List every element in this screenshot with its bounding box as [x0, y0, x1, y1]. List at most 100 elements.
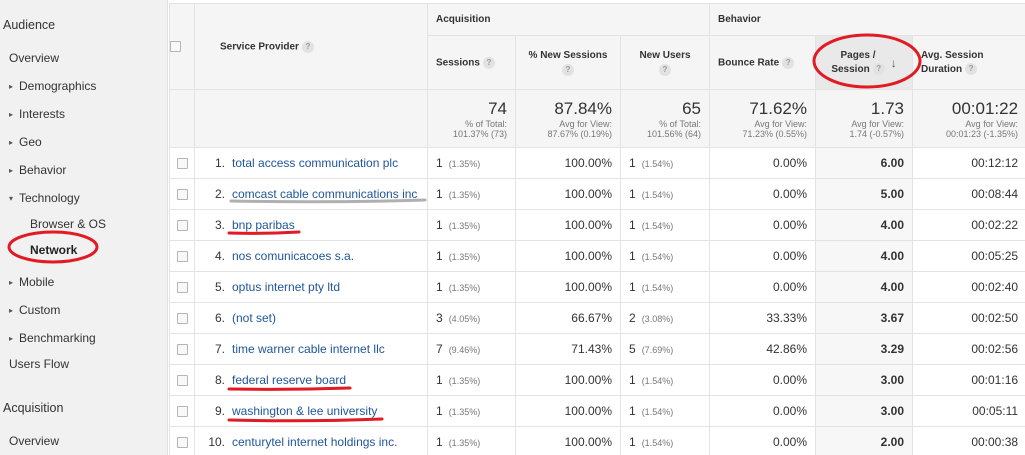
select-all-checkbox[interactable]	[170, 40, 181, 52]
row-checkbox[interactable]	[176, 344, 188, 356]
sidebar-item-demographics[interactable]: ▸ Demographics	[0, 75, 168, 97]
col-duration-header[interactable]: Avg. Session Duration?	[912, 35, 1025, 90]
table-row: 1. total access communication plc 1 (1.35%)…	[169, 147, 1025, 179]
row-checkbox[interactable]	[176, 158, 188, 170]
header-label: Bounce Rate	[718, 57, 780, 69]
sidebar-item-acquisition-overview[interactable]: Overview	[0, 430, 168, 452]
caret-right-icon: ▸	[9, 82, 14, 91]
row-checkbox[interactable]	[176, 375, 188, 387]
sidebar-item-interests[interactable]: ▸ Interests	[0, 103, 168, 125]
service-provider-link[interactable]: bnp paribas	[232, 218, 295, 232]
sidebar-item-geo[interactable]: ▸ Geo	[0, 131, 168, 153]
duration-cell: 00:08:44	[912, 178, 1025, 210]
sidebar-section-acquisition[interactable]: Acquisition	[0, 397, 168, 419]
service-provider-link[interactable]: federal reserve board	[232, 373, 346, 387]
new-sessions-cell: 100.00%	[515, 271, 621, 303]
new-users-value: 1	[629, 249, 636, 263]
service-provider-link[interactable]: centurytel internet holdings inc.	[232, 435, 397, 449]
help-icon[interactable]: ?	[872, 62, 885, 75]
new-users-percent: (1.54%)	[641, 283, 674, 293]
row-checkbox[interactable]	[176, 189, 188, 201]
sessions-cell: 1 (1.35%)	[427, 147, 516, 179]
sidebar-item-network[interactable]: Network	[0, 239, 168, 261]
sidebar-item-label: Geo	[19, 135, 42, 149]
help-icon[interactable]: ?	[482, 56, 495, 69]
row-index: 6.	[214, 311, 225, 325]
service-provider-header[interactable]: Service Provider?	[194, 3, 428, 90]
summary-sub: Avg for View:	[559, 118, 612, 129]
service-provider-cell: 10. centurytel internet holdings inc.	[194, 426, 428, 455]
pages-session-cell: 3.67	[815, 302, 914, 334]
service-provider-link[interactable]: total access communication plc	[232, 156, 398, 170]
group-acquisition: Acquisition	[426, 3, 711, 36]
col-new-sessions-header[interactable]: % New Sessions?	[515, 35, 621, 90]
select-all-cell	[169, 3, 195, 90]
sidebar-section-audience[interactable]: Audience	[0, 14, 168, 36]
sidebar-item-browser-os[interactable]: Browser & OS	[0, 213, 168, 235]
new-users-cell: 1 (1.54%)	[619, 240, 711, 272]
caret-right-icon: ▸	[9, 138, 14, 147]
sidebar-item-label: Mobile	[19, 275, 55, 289]
sessions-value: 1	[436, 249, 443, 263]
col-sessions-header[interactable]: Sessions?	[427, 35, 516, 90]
row-checkbox[interactable]	[176, 251, 188, 263]
pages-session-cell: 3.00	[815, 395, 914, 427]
new-users-cell: 1 (1.54%)	[619, 147, 711, 179]
sidebar-item-users-flow[interactable]: Users Flow	[0, 353, 168, 375]
sidebar-item-benchmarking[interactable]: ▸ Benchmarking	[0, 327, 168, 349]
sessions-percent: (4.05%)	[448, 314, 481, 324]
new-users-percent: (1.54%)	[641, 221, 674, 231]
sessions-cell: 1 (1.35%)	[427, 178, 516, 210]
table-row: 8. federal reserve board 1 (1.35%) 100.00% 1 (…	[169, 364, 1025, 396]
row-checkbox[interactable]	[176, 406, 188, 418]
help-icon[interactable]: ?	[782, 56, 795, 69]
service-provider-link[interactable]: (not set)	[232, 311, 276, 325]
row-checkbox[interactable]	[176, 437, 188, 449]
service-provider-link[interactable]: washington & lee university	[232, 404, 377, 418]
help-icon[interactable]: ?	[562, 63, 574, 76]
summary-pages: 1.73 Avg for View: 1.74 (-0.57%)	[815, 89, 914, 148]
sidebar-item-technology[interactable]: ▾ Technology	[0, 187, 168, 209]
summary-duration: 00:01:22 Avg for View: 00:01:23 (-1.35%)	[912, 89, 1025, 148]
new-users-value: 1	[629, 218, 636, 232]
service-provider-cell: 8. federal reserve board	[194, 364, 428, 396]
service-provider-link[interactable]: nos comunicacoes s.a.	[232, 249, 354, 263]
col-pages-session-header[interactable]: Pages / Session? ↓	[815, 35, 914, 90]
sort-descending-icon[interactable]: ↓	[891, 56, 897, 70]
new-users-percent: (1.54%)	[641, 190, 674, 200]
sidebar-item-overview[interactable]: Overview	[0, 47, 168, 69]
row-checkbox[interactable]	[176, 220, 188, 232]
header-label: Pages /	[840, 49, 876, 61]
summary-sub: % of Total:	[659, 118, 702, 129]
new-sessions-cell: 100.00%	[515, 178, 621, 210]
row-checkbox[interactable]	[176, 282, 188, 294]
sessions-percent: (1.35%)	[448, 159, 481, 169]
help-icon[interactable]: ?	[301, 40, 314, 53]
sessions-cell: 1 (1.35%)	[427, 209, 516, 241]
sessions-cell: 1 (1.35%)	[427, 240, 516, 272]
bounce-rate-cell: 0.00%	[709, 240, 817, 272]
new-users-value: 1	[629, 404, 636, 418]
pages-session-cell: 6.00	[815, 147, 914, 179]
service-provider-link[interactable]: optus internet pty ltd	[232, 280, 340, 294]
help-icon[interactable]: ?	[659, 63, 671, 76]
sidebar-item-label: Behavior	[19, 163, 67, 177]
col-bounce-rate-header[interactable]: Bounce Rate?	[709, 35, 817, 90]
service-provider-cell: 6. (not set)	[194, 302, 428, 334]
table-row: 7. time warner cable internet llc 7 (9.46%)…	[169, 333, 1025, 365]
summary-sub: 87.67% (0.19%)	[547, 128, 612, 139]
bounce-rate-cell: 33.33%	[709, 302, 817, 334]
row-index: 8.	[214, 373, 225, 387]
sidebar-item-custom[interactable]: ▸ Custom	[0, 299, 168, 321]
col-new-users-header[interactable]: New Users?	[619, 35, 711, 90]
sidebar-item-behavior[interactable]: ▸ Behavior	[0, 159, 168, 181]
sidebar-item-mobile[interactable]: ▸ Mobile	[0, 271, 168, 293]
service-provider-link[interactable]: time warner cable internet llc	[232, 342, 385, 356]
row-checkbox[interactable]	[176, 313, 188, 325]
bounce-rate-cell: 0.00%	[709, 209, 817, 241]
summary-value: 87.84%	[554, 98, 612, 118]
header-label: Service Provider	[220, 41, 299, 53]
new-sessions-cell: 100.00%	[515, 395, 621, 427]
service-provider-link[interactable]: comcast cable communications inc	[232, 187, 417, 201]
help-icon[interactable]: ?	[965, 62, 978, 75]
